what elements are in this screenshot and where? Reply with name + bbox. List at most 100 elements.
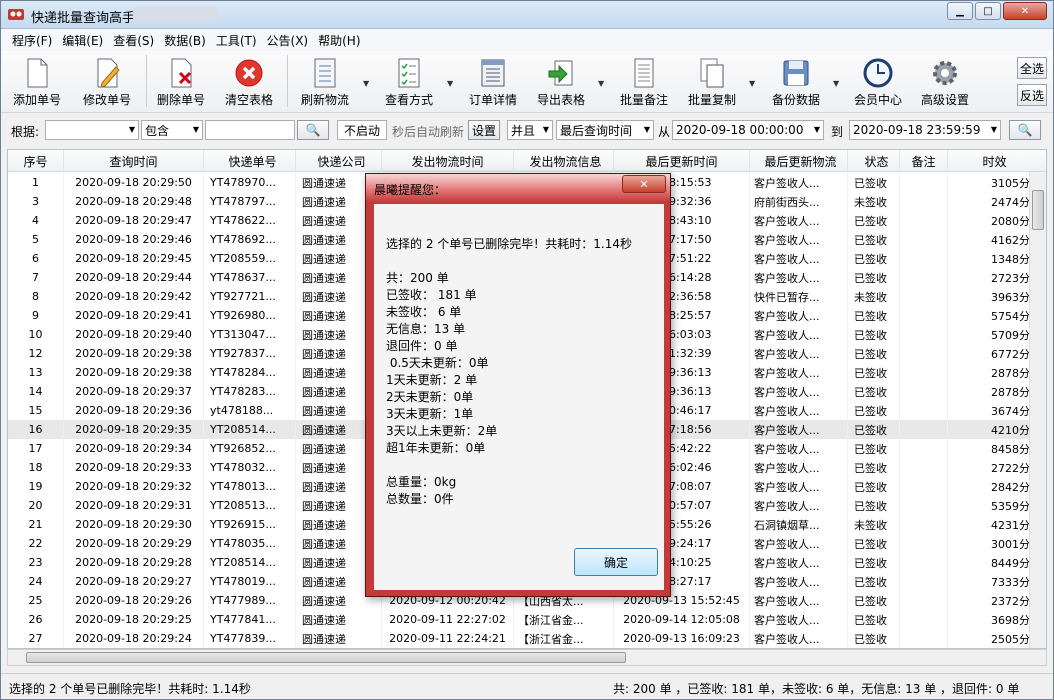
to-datetime-picker[interactable]: 2020-09-18 23:59:59 ▼	[849, 120, 1001, 140]
close-button[interactable]: ✕	[1003, 2, 1047, 20]
col-last-update-time-header[interactable]: 最后更新时间	[614, 150, 750, 172]
col-query-time-cell: 2020-09-18 20:29:32	[64, 477, 204, 496]
col-status-cell: 已签收	[848, 363, 900, 382]
col-query-time-cell: 2020-09-18 20:29:47	[64, 211, 204, 230]
col-index-cell: 18	[8, 458, 64, 477]
col-query-time-header[interactable]: 查询时间	[64, 150, 204, 172]
table-header: 序号 查询时间 快递单号 快递公司 发出物流时间 发出物流信息 最后更新时间 最后更新物流 状态…	[8, 150, 1046, 172]
col-query-time-cell: 2020-09-18 20:29:31	[64, 496, 204, 515]
col-index-cell: 6	[8, 249, 64, 268]
col-note-cell	[900, 591, 948, 610]
table-row[interactable]: 27 2020-09-18 20:29:24 YT477839... 圆通速递 2020…	[8, 629, 1046, 648]
vertical-scrollbar[interactable]	[1029, 172, 1046, 648]
menu-data[interactable]: 数据(B)	[159, 32, 211, 49]
menu-bar: 程序(F) 编辑(E) 查看(S) 数据(B) 工具(T) 工具(T) 公告(X…	[1, 29, 1053, 51]
col-last-update-info-cell: 府前街西头...	[750, 192, 848, 211]
col-courier-header[interactable]: 快递公司	[296, 150, 382, 172]
refresh-logistics-label: 刷新物流	[301, 93, 350, 107]
batch-note-button[interactable]: 批量备注	[620, 57, 668, 108]
col-last-update-info-header[interactable]: 最后更新物流	[750, 150, 848, 172]
col-status-header[interactable]: 状态	[848, 150, 900, 172]
delete-order-button[interactable]: 删除单号	[157, 57, 205, 108]
dialog-close-button[interactable]: ✕	[622, 175, 666, 193]
refresh-dropdown-arrow-icon[interactable]: ▼	[363, 79, 369, 88]
col-ship-info-header[interactable]: 发出物流信息	[514, 150, 614, 172]
menu-announcement[interactable]: 公告(X)	[262, 32, 314, 49]
menu-help[interactable]: 帮助(H)	[313, 32, 365, 49]
maximize-button[interactable]: □	[975, 2, 1001, 20]
select-all-button[interactable]: 全选	[1017, 57, 1047, 79]
vertical-scroll-thumb[interactable]	[1032, 190, 1044, 230]
auto-refresh-input[interactable]: 不启动	[337, 120, 387, 140]
delete-order-label: 删除单号	[157, 93, 206, 107]
settings-button[interactable]: 设置	[468, 120, 500, 140]
keyword-input[interactable]	[205, 120, 295, 140]
col-index-header[interactable]: 序号	[8, 150, 64, 172]
col-note-cell	[900, 230, 948, 249]
title-bar: 快递批量查询高手 ▁ □ ✕	[1, 1, 1053, 29]
col-tracking-number-cell: YT478637...	[204, 268, 296, 287]
col-note-cell	[900, 610, 948, 629]
col-index-cell: 23	[8, 553, 64, 572]
batch-copy-button[interactable]: 批量复制	[688, 57, 736, 108]
horizontal-scroll-thumb[interactable]	[26, 652, 626, 663]
col-last-update-info-cell: 客户签收人...	[750, 249, 848, 268]
search-button[interactable]: 🔍	[297, 120, 329, 140]
col-status-cell: 已签收	[848, 610, 900, 629]
col-last-update-info-cell: 客户签收人...	[750, 591, 848, 610]
backup-dropdown-arrow-icon[interactable]: ▼	[833, 79, 839, 88]
col-courier-cell: 圆通速递	[296, 629, 382, 648]
col-index-cell: 5	[8, 230, 64, 249]
col-note-cell	[900, 249, 948, 268]
col-query-time-cell: 2020-09-18 20:29:38	[64, 344, 204, 363]
filter-field-select[interactable]: ▼	[45, 120, 139, 140]
member-center-button[interactable]: 会员中心	[854, 57, 902, 108]
col-query-time-cell: 2020-09-18 20:29:24	[64, 629, 204, 648]
menu-view[interactable]: 查看(S)	[108, 32, 159, 49]
edit-order-button[interactable]: 修改单号	[83, 57, 131, 108]
col-tracking-number-cell: YT478692...	[204, 230, 296, 249]
view-mode-dropdown-arrow-icon[interactable]: ▼	[447, 79, 453, 88]
clear-table-button[interactable]: 清空表格	[225, 57, 273, 108]
copy-dropdown-arrow-icon[interactable]: ▼	[749, 79, 755, 88]
minimize-button[interactable]: ▁	[947, 2, 973, 20]
col-query-time-cell: 2020-09-18 20:29:44	[64, 268, 204, 287]
backup-data-button[interactable]: 备份数据	[772, 57, 820, 108]
match-mode-select[interactable]: 包含 ▼	[141, 120, 203, 140]
col-query-time-cell: 2020-09-18 20:29:36	[64, 401, 204, 420]
col-ship-time-header[interactable]: 发出物流时间	[382, 150, 514, 172]
table-row[interactable]: 26 2020-09-18 20:29:25 YT477841... 圆通速递 2020…	[8, 610, 1046, 629]
menu-tools[interactable]: 工具(T)	[211, 32, 262, 49]
pencil-icon	[97, 58, 120, 88]
time-field-select[interactable]: 最后查询时间 ▼	[556, 120, 654, 140]
col-query-time-cell: 2020-09-18 20:29:41	[64, 306, 204, 325]
advanced-settings-button[interactable]: 高级设置	[921, 57, 969, 108]
logic-select[interactable]: 并且 ▼	[507, 120, 553, 140]
export-table-button[interactable]: 导出表格	[537, 57, 585, 108]
col-last-update-info-cell: 客户签收人...	[750, 572, 848, 591]
export-dropdown-arrow-icon[interactable]: ▼	[598, 79, 604, 88]
horizontal-scrollbar[interactable]	[7, 649, 1047, 666]
invert-selection-button[interactable]: 反选	[1017, 84, 1047, 106]
col-note-cell	[900, 477, 948, 496]
col-status-cell: 已签收	[848, 420, 900, 439]
col-last-update-info-cell: 客户签收人...	[750, 496, 848, 515]
dialog-ok-button[interactable]: 确定	[574, 548, 658, 576]
order-detail-button[interactable]: 订单详情	[469, 57, 517, 108]
edit-order-label: 修改单号	[83, 93, 132, 107]
col-index-cell: 8	[8, 287, 64, 306]
from-datetime-picker[interactable]: 2020-09-18 00:00:00 ▼	[672, 120, 824, 140]
col-status-cell: 已签收	[848, 553, 900, 572]
col-note-header[interactable]: 备注	[900, 150, 948, 172]
view-mode-button[interactable]: 查看方式	[385, 57, 433, 108]
add-order-button[interactable]: 添加单号	[13, 57, 61, 108]
refresh-logistics-button[interactable]: 刷新物流	[301, 57, 349, 108]
col-tracking-number-cell: YT208513...	[204, 496, 296, 515]
col-index-cell: 24	[8, 572, 64, 591]
col-tracking-number-cell: YT478970...	[204, 173, 296, 192]
col-tracking-number-header[interactable]: 快递单号	[204, 150, 296, 172]
col-duration-header[interactable]: 时效	[948, 150, 1046, 172]
menu-edit[interactable]: 编辑(E)	[57, 32, 108, 49]
menu-program[interactable]: 程序(F)	[7, 32, 57, 49]
date-search-button[interactable]: 🔍	[1009, 120, 1041, 140]
